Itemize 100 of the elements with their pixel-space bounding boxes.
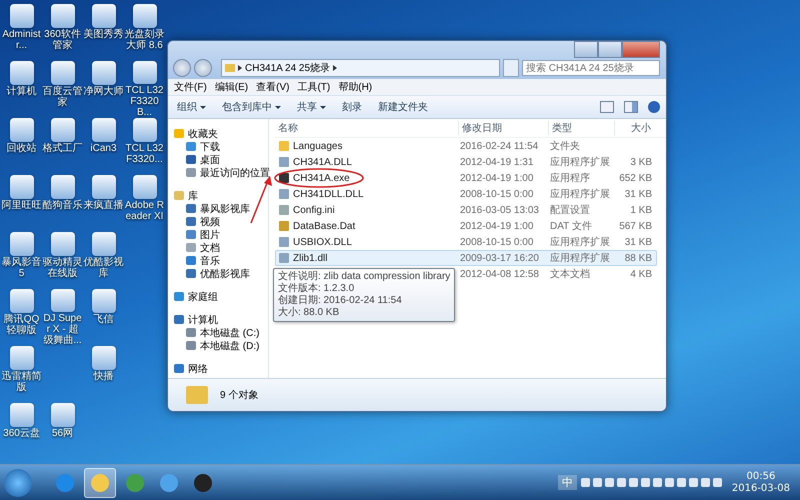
desktop-icon-label[interactable]: 美图秀秀 xyxy=(83,29,124,40)
file-row[interactable]: CH341A.DLL 2012-04-19 1:31 应用程序扩展 3 KB xyxy=(275,154,657,170)
sidebar-item[interactable]: 桌面 xyxy=(168,153,268,166)
sidebar-item[interactable]: 图片 xyxy=(168,228,268,241)
sidebar-item[interactable]: 暴风影视库 xyxy=(168,202,268,215)
file-row[interactable]: CH341A.exe 2012-04-19 1:00 应用程序 652 KB xyxy=(275,170,657,186)
desktop-icon-label[interactable]: Administr... xyxy=(1,29,42,51)
desktop-icon-label[interactable]: TCL L32F3320... xyxy=(124,143,165,165)
app-icon[interactable] xyxy=(50,289,74,312)
app-icon[interactable] xyxy=(10,4,34,28)
app-icon[interactable] xyxy=(10,346,34,370)
desktop-icon-label[interactable]: TCL L32F3320B... xyxy=(124,85,165,118)
menu-item[interactable]: 查看(V) xyxy=(256,80,290,94)
column-header[interactable]: 类型 xyxy=(549,121,615,135)
toolbar-button[interactable]: 刻录 xyxy=(339,99,365,115)
app-icon[interactable] xyxy=(10,289,34,313)
app-icon[interactable] xyxy=(92,4,116,28)
sidebar-item[interactable]: 文档 xyxy=(168,241,268,254)
sidebar-item[interactable]: 最近访问的位置 xyxy=(168,166,268,179)
app-icon[interactable] xyxy=(92,61,116,85)
desktop-icon-label[interactable]: 暴风影音5 xyxy=(1,257,42,279)
desktop-icon-label[interactable]: 净网大师 xyxy=(83,86,124,97)
menu-item[interactable]: 工具(T) xyxy=(297,80,330,94)
column-header[interactable]: 名称 xyxy=(275,121,459,135)
maximize-button[interactable] xyxy=(598,41,622,58)
desktop-icon-label[interactable]: Adobe Reader XI xyxy=(124,200,165,222)
app-icon[interactable] xyxy=(132,175,156,199)
app-icon[interactable] xyxy=(132,118,156,142)
app-icon[interactable] xyxy=(92,346,116,370)
desktop-icon-label[interactable]: 回收站 xyxy=(1,143,42,154)
toolbar-button[interactable]: 新建文件夹 xyxy=(375,99,431,115)
sidebar-item[interactable]: 家庭组 xyxy=(168,290,268,303)
app-icon[interactable] xyxy=(10,403,34,427)
app-icon[interactable] xyxy=(50,118,74,142)
sidebar-item[interactable]: 计算机 xyxy=(168,313,268,326)
desktop-icon-label[interactable]: 快播 xyxy=(83,371,124,382)
desktop-icon-label[interactable]: 酷狗音乐 xyxy=(42,200,83,211)
app-icon[interactable] xyxy=(132,61,156,84)
desktop-icon-label[interactable]: 百度云管家 xyxy=(42,86,83,108)
file-row[interactable]: Languages 2016-02-24 11:54 文件夹 xyxy=(275,138,657,154)
desktop-icon-label[interactable]: 360云盘 xyxy=(1,428,42,439)
toolbar-button[interactable]: 组织 xyxy=(174,99,209,115)
app-icon[interactable] xyxy=(50,232,74,256)
app-icon[interactable] xyxy=(50,175,74,199)
desktop-icon-label[interactable]: 360软件管家 xyxy=(42,29,83,51)
app-icon[interactable] xyxy=(10,61,34,85)
sidebar-item[interactable]: 网络 xyxy=(168,362,268,375)
file-row[interactable]: CH341DLL.DLL 2008-10-15 0:00 应用程序扩展 31 KB xyxy=(275,186,657,202)
desktop-icon-label[interactable]: iCan3 xyxy=(83,143,124,154)
app-icon[interactable] xyxy=(10,118,34,142)
desktop-icon-label[interactable]: 驱动精灵在线版 xyxy=(42,257,83,279)
file-row[interactable]: Zlib1.dll 2009-03-17 16:20 应用程序扩展 88 KB xyxy=(275,250,657,266)
menu-item[interactable]: 编辑(E) xyxy=(214,80,248,94)
sidebar-item[interactable]: 本地磁盘 (C:) xyxy=(168,326,268,339)
sidebar-item[interactable]: 收藏夹 xyxy=(168,127,268,140)
app-icon[interactable] xyxy=(50,4,74,28)
app-icon[interactable] xyxy=(92,289,116,313)
file-row[interactable]: DataBase.Dat 2012-04-19 1:00 DAT 文件 567 KB xyxy=(275,218,657,234)
sidebar-item[interactable]: 本地磁盘 (D:) xyxy=(168,339,268,352)
app-icon[interactable] xyxy=(92,118,116,142)
tray-icons[interactable] xyxy=(580,478,722,488)
taskbar-app-button[interactable] xyxy=(84,468,116,498)
sidebar-item[interactable]: 优酷影视库 xyxy=(168,267,268,280)
app-icon[interactable] xyxy=(92,232,116,256)
desktop-icon-label[interactable]: 迅雷精简版 xyxy=(1,371,42,393)
minimize-button[interactable] xyxy=(574,41,598,58)
column-header[interactable]: 大小 xyxy=(615,121,655,135)
app-icon[interactable] xyxy=(50,61,74,85)
menu-item[interactable]: 文件(F) xyxy=(174,80,207,94)
desktop-icon-label[interactable]: 优酷影视库 xyxy=(83,257,124,279)
toolbar-button[interactable]: 共享 xyxy=(294,99,329,115)
clock[interactable]: 00:56 2016-03-08 xyxy=(726,470,796,495)
search-field[interactable]: 搜索 CH341A 24 25烧录 xyxy=(522,60,660,76)
preview-pane-icon[interactable] xyxy=(624,101,638,113)
desktop-icon-label[interactable]: 飞信 xyxy=(83,314,124,325)
desktop-icon-label[interactable]: 光盘刻录大师 8.6 xyxy=(124,29,165,51)
app-icon[interactable] xyxy=(132,4,156,28)
app-icon[interactable] xyxy=(10,232,34,256)
start-button[interactable] xyxy=(4,468,32,497)
file-row[interactable]: USBIOX.DLL 2008-10-15 0:00 应用程序扩展 31 KB xyxy=(275,234,657,250)
desktop-icon-label[interactable]: 来疯直播 xyxy=(83,200,124,211)
desktop-icon-label[interactable]: 腾讯QQ轻聊版 xyxy=(1,314,42,336)
file-row[interactable]: Config.ini 2016-03-05 13:03 配置设置 1 KB xyxy=(275,202,657,218)
app-icon[interactable] xyxy=(92,175,116,199)
menu-item[interactable]: 帮助(H) xyxy=(338,80,372,94)
desktop-icon-label[interactable]: 计算机 xyxy=(1,86,42,97)
desktop-icon-label[interactable]: 格式工厂 xyxy=(42,143,83,154)
desktop-icon-label[interactable]: 56网 xyxy=(42,428,83,439)
forward-button[interactable] xyxy=(194,59,212,77)
desktop-icon-label[interactable]: 阿里旺旺 xyxy=(1,200,42,211)
app-icon[interactable] xyxy=(10,175,34,199)
back-button[interactable] xyxy=(173,59,191,77)
sidebar-item[interactable]: 视频 xyxy=(168,215,268,228)
sidebar-item[interactable]: 库 xyxy=(168,189,268,202)
sidebar-item[interactable]: 音乐 xyxy=(168,254,268,267)
app-icon[interactable] xyxy=(50,403,74,427)
column-header[interactable]: 修改日期 xyxy=(459,121,549,135)
sidebar-item[interactable]: 下载 xyxy=(168,140,268,153)
toolbar-button[interactable]: 包含到库中 xyxy=(219,99,284,115)
desktop-icon-label[interactable]: DJ Super X - 超级舞曲... xyxy=(42,313,83,346)
